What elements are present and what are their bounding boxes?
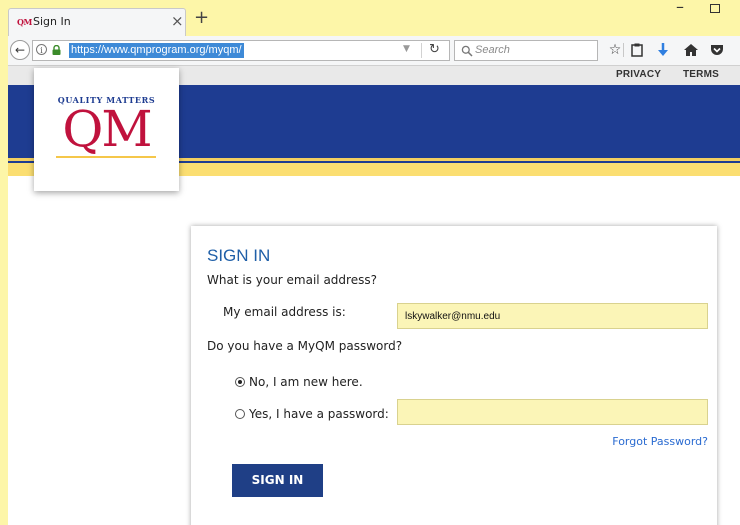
- url-text[interactable]: https://www.qmprogram.org/myqm/: [69, 43, 244, 58]
- home-icon[interactable]: [682, 41, 700, 59]
- email-field[interactable]: [397, 303, 708, 329]
- download-icon[interactable]: [654, 41, 672, 59]
- radio-new-user[interactable]: No, I am new here.: [235, 371, 363, 390]
- close-tab-icon[interactable]: ×: [171, 12, 184, 30]
- new-tab-button[interactable]: +: [194, 9, 209, 27]
- url-divider: [421, 43, 422, 58]
- password-field[interactable]: [397, 399, 708, 425]
- dropdown-icon[interactable]: ▼: [403, 44, 410, 54]
- radio-new-label: No, I am new here.: [249, 375, 363, 389]
- tab-strip: QM Sign In × + –: [8, 0, 740, 36]
- toolbar-divider: [623, 43, 624, 57]
- radio-existing-user[interactable]: Yes, I have a password:: [235, 403, 389, 422]
- lock-icon: [52, 45, 61, 55]
- privacy-link[interactable]: PRIVACY: [616, 69, 661, 80]
- email-question: What is your email address?: [207, 273, 377, 287]
- sign-in-button[interactable]: SIGN IN: [232, 464, 323, 497]
- info-icon[interactable]: i: [36, 44, 47, 55]
- radio-existing-label: Yes, I have a password:: [249, 407, 389, 421]
- bookmark-star-icon[interactable]: ☆: [606, 41, 624, 59]
- qm-favicon-icon: QM: [17, 17, 32, 27]
- radio-existing-button[interactable]: [235, 409, 245, 419]
- clipboard-icon[interactable]: [628, 41, 646, 59]
- tab-title: Sign In: [33, 15, 71, 28]
- back-arrow-icon[interactable]: ←: [10, 40, 30, 60]
- pocket-icon[interactable]: [708, 41, 726, 59]
- maximize-window-icon[interactable]: [710, 4, 720, 13]
- navigation-bar: ← i https://www.qmprogram.org/myqm/ ▼ ↻ …: [8, 36, 740, 66]
- radio-new-button[interactable]: [235, 377, 245, 387]
- address-bar[interactable]: i https://www.qmprogram.org/myqm/ ▼ ↻: [32, 40, 450, 61]
- search-box[interactable]: Search: [454, 40, 598, 61]
- search-placeholder: Search: [475, 44, 510, 56]
- browser-window: QM Sign In × + – ← i https://www.qmprogr…: [8, 0, 740, 525]
- search-icon: [461, 45, 473, 57]
- logo-underline: [56, 156, 156, 158]
- password-question: Do you have a MyQM password?: [207, 339, 403, 353]
- forgot-password-link[interactable]: Forgot Password?: [612, 435, 708, 448]
- logo-mark: QM: [62, 100, 152, 158]
- signin-card: SIGN IN What is your email address? My e…: [191, 226, 717, 525]
- tab-sign-in[interactable]: QM Sign In ×: [8, 8, 186, 36]
- qm-logo[interactable]: QUALITY MATTERS QM: [34, 68, 179, 191]
- terms-link[interactable]: TERMS: [683, 69, 719, 80]
- signin-title: SIGN IN: [207, 246, 271, 265]
- minimize-window-icon[interactable]: –: [676, 0, 684, 15]
- email-label: My email address is:: [223, 305, 346, 319]
- reload-icon[interactable]: ↻: [429, 42, 440, 57]
